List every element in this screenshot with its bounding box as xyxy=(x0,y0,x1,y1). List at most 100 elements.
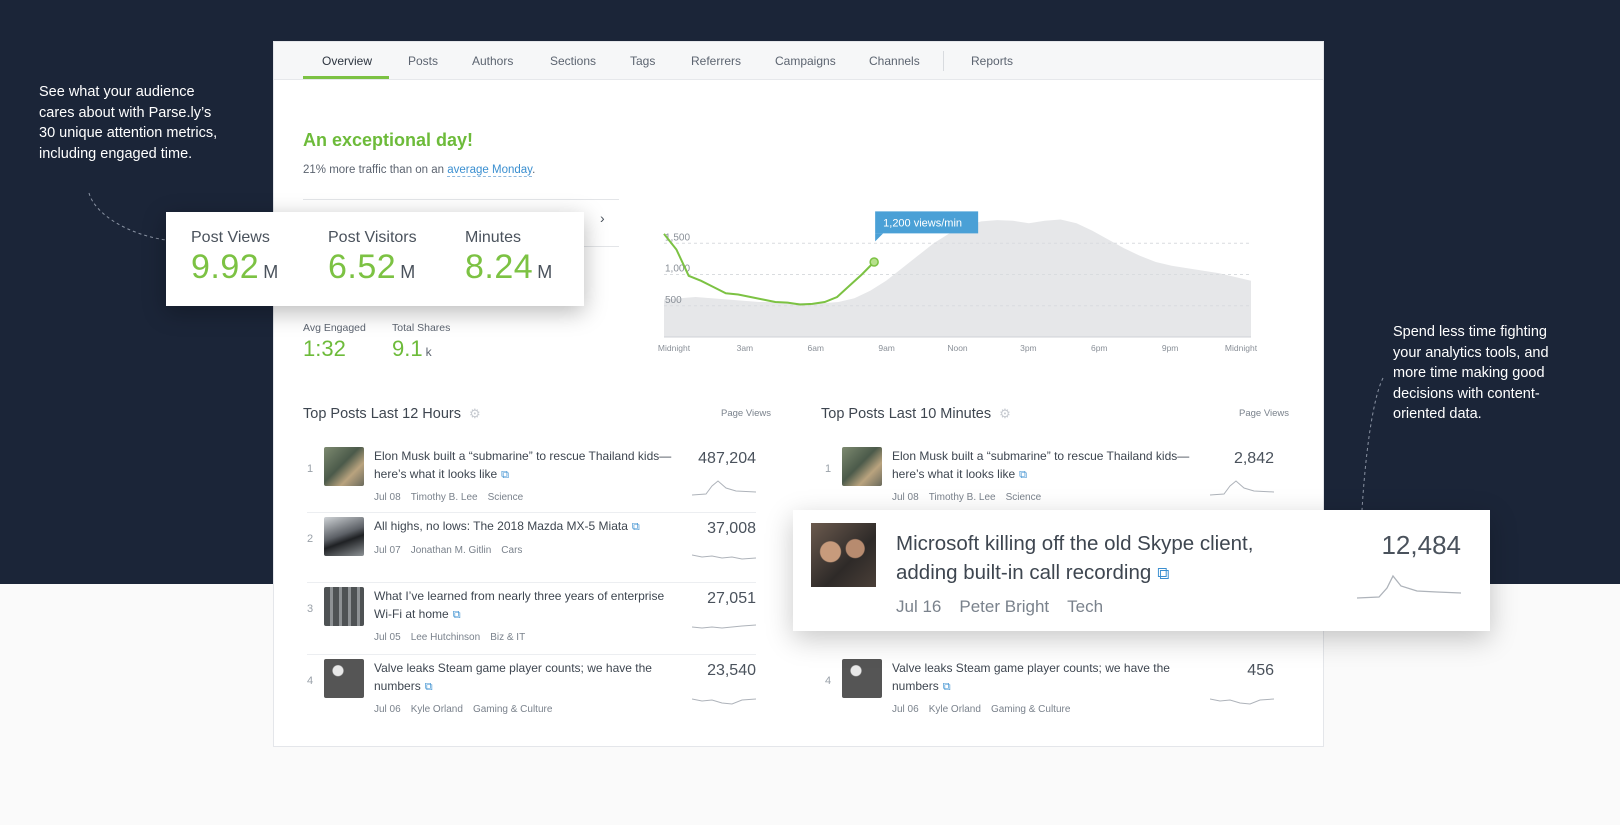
metric-number: 9.92 xyxy=(191,248,260,286)
post-title[interactable]: Elon Musk built a “submarine” to rescue … xyxy=(892,448,1202,484)
tab-campaigns[interactable]: Campaigns xyxy=(775,42,836,80)
metrics-card: Post Views 9.92 M Post Visitors 6.52 M Min… xyxy=(166,212,584,306)
post-title-text[interactable]: Valve leaks Steam game player counts; we… xyxy=(374,661,652,693)
post-author[interactable]: Kyle Orland xyxy=(411,704,463,715)
metric-value: 1:32 xyxy=(303,336,366,362)
post-views-metric[interactable]: Post Views 9.92 M xyxy=(191,229,279,287)
external-link-icon[interactable]: ⧉ xyxy=(1157,564,1169,583)
traffic-comparison-suffix: . xyxy=(532,164,536,176)
right-caption: Spend less time fighting your analytics … xyxy=(1393,324,1549,422)
external-link-icon[interactable]: ⧉ xyxy=(943,679,951,697)
post-meta: Jul 07 Jonathan M. Gitlin Cars xyxy=(374,545,532,556)
tab-tags[interactable]: Tags xyxy=(630,42,655,80)
external-link-icon[interactable]: ⧉ xyxy=(453,607,461,625)
featured-post-title[interactable]: Microsoft killing off the old Skype clie… xyxy=(896,529,1316,588)
post-section[interactable]: Biz & IT xyxy=(490,632,525,643)
row-divider xyxy=(307,582,756,583)
post-title-text[interactable]: All highs, no lows: The 2018 Mazda MX-5 … xyxy=(374,519,628,533)
tab-sections[interactable]: Sections xyxy=(550,42,596,80)
metric-unit: M xyxy=(537,262,553,282)
post-author[interactable]: Lee Hutchinson xyxy=(411,632,481,643)
average-day-link[interactable]: average Monday xyxy=(447,164,533,177)
traffic-comparison: 21% more traffic than on an average Mond… xyxy=(303,164,536,177)
post-author[interactable]: Timothy B. Lee xyxy=(929,492,996,503)
tab-channels[interactable]: Channels xyxy=(869,42,920,80)
post-meta: Jul 08 Timothy B. Lee Science xyxy=(374,492,533,503)
post-date: Jul 08 xyxy=(374,492,401,503)
post-title[interactable]: What I’ve learned from nearly three year… xyxy=(374,588,684,624)
tab-referrers[interactable]: Referrers xyxy=(691,42,741,80)
dashboard-panel: Overview Posts Authors Sections Tags Ref… xyxy=(273,41,1324,747)
metric-value: 9.1 k xyxy=(392,336,450,362)
tab-authors[interactable]: Authors xyxy=(472,42,513,80)
post-rank: 4 xyxy=(825,675,832,687)
divider xyxy=(584,246,619,247)
metric-label: Post Visitors xyxy=(328,229,417,246)
metric-number: 6.52 xyxy=(328,248,397,286)
sparkline xyxy=(1357,574,1461,599)
featured-post-card[interactable]: Microsoft killing off the old Skype clie… xyxy=(793,510,1490,631)
post-meta: Jul 06 Kyle Orland Gaming & Culture xyxy=(892,704,1080,715)
list-item[interactable]: 1 Elon Musk built a “submarine” to rescu… xyxy=(307,447,756,517)
post-title-text[interactable]: What I’ve learned from nearly three year… xyxy=(374,589,664,621)
post-section[interactable]: Gaming & Culture xyxy=(473,704,552,715)
nav-tabs: Overview Posts Authors Sections Tags Ref… xyxy=(274,42,1323,80)
metric-value: 8.24 M xyxy=(465,248,553,287)
list-item[interactable]: 3 What I’ve learned from nearly three ye… xyxy=(307,587,756,657)
external-link-icon[interactable]: ⧉ xyxy=(632,519,640,537)
post-date: Jul 16 xyxy=(896,597,942,616)
post-rank: 1 xyxy=(825,463,832,475)
post-section[interactable]: Tech xyxy=(1067,597,1103,616)
post-thumbnail xyxy=(324,659,364,698)
post-section[interactable]: Gaming & Culture xyxy=(991,704,1070,715)
post-title-text[interactable]: Elon Musk built a “submarine” to rescue … xyxy=(374,449,671,481)
tab-posts[interactable]: Posts xyxy=(408,42,438,80)
post-title[interactable]: All highs, no lows: The 2018 Mazda MX-5 … xyxy=(374,518,684,537)
tab-reports[interactable]: Reports xyxy=(971,42,1013,80)
sparkline xyxy=(1210,480,1274,496)
post-title[interactable]: Elon Musk built a “submarine” to rescue … xyxy=(374,448,684,484)
list-item[interactable]: 2 All highs, no lows: The 2018 Mazda MX-… xyxy=(307,517,756,587)
post-author[interactable]: Peter Bright xyxy=(959,597,1049,616)
post-section[interactable]: Science xyxy=(488,492,524,503)
post-views: 487,204 xyxy=(698,450,756,467)
post-date: Jul 06 xyxy=(374,704,401,715)
gear-icon[interactable]: ⚙ xyxy=(999,406,1011,422)
post-title-text[interactable]: Valve leaks Steam game player counts; we… xyxy=(892,661,1170,693)
post-title-text[interactable]: Elon Musk built a “submarine” to rescue … xyxy=(892,449,1189,481)
x-tick-label: Midnight xyxy=(658,343,691,353)
list-item[interactable]: 1 Elon Musk built a “submarine” to rescu… xyxy=(825,447,1274,517)
x-tick-label: 9am xyxy=(878,343,895,353)
row-divider xyxy=(307,654,756,655)
post-thumbnail xyxy=(842,659,882,698)
page-views-column-label: Page Views xyxy=(1239,408,1289,419)
post-author[interactable]: Jonathan M. Gitlin xyxy=(411,545,492,556)
list-item[interactable]: 4 Valve leaks Steam game player counts; … xyxy=(307,659,756,729)
post-author[interactable]: Timothy B. Lee xyxy=(411,492,478,503)
post-section[interactable]: Cars xyxy=(501,545,522,556)
external-link-icon[interactable]: ⧉ xyxy=(501,467,509,485)
post-thumbnail xyxy=(324,587,364,626)
sparkline xyxy=(692,624,756,629)
x-tick-label: 3am xyxy=(737,343,754,353)
metric-label: Minutes xyxy=(465,229,522,246)
post-visitors-metric[interactable]: Post Visitors 6.52 M xyxy=(328,229,417,287)
post-rank: 3 xyxy=(307,603,314,615)
avg-engaged-metric: Avg Engaged 1:32 xyxy=(303,322,366,362)
external-link-icon[interactable]: ⧉ xyxy=(1019,467,1027,485)
post-section[interactable]: Science xyxy=(1006,492,1042,503)
minutes-metric[interactable]: Minutes 8.24 M xyxy=(465,229,553,287)
list-item[interactable]: 4 Valve leaks Steam game player counts; … xyxy=(825,659,1274,729)
metric-unit: M xyxy=(400,262,416,282)
featured-post-title-text[interactable]: Microsoft killing off the old Skype clie… xyxy=(896,532,1253,584)
external-link-icon[interactable]: ⧉ xyxy=(425,679,433,697)
post-author[interactable]: Kyle Orland xyxy=(929,704,981,715)
post-date: Jul 06 xyxy=(892,704,919,715)
tab-overview[interactable]: Overview xyxy=(322,42,372,80)
gear-icon[interactable]: ⚙ xyxy=(469,406,481,422)
post-meta: Jul 08 Timothy B. Lee Science xyxy=(892,492,1051,503)
chevron-right-icon[interactable]: › xyxy=(600,210,605,226)
page-views-column-label: Page Views xyxy=(721,408,771,419)
post-title[interactable]: Valve leaks Steam game player counts; we… xyxy=(374,660,684,696)
post-title[interactable]: Valve leaks Steam game player counts; we… xyxy=(892,660,1202,696)
